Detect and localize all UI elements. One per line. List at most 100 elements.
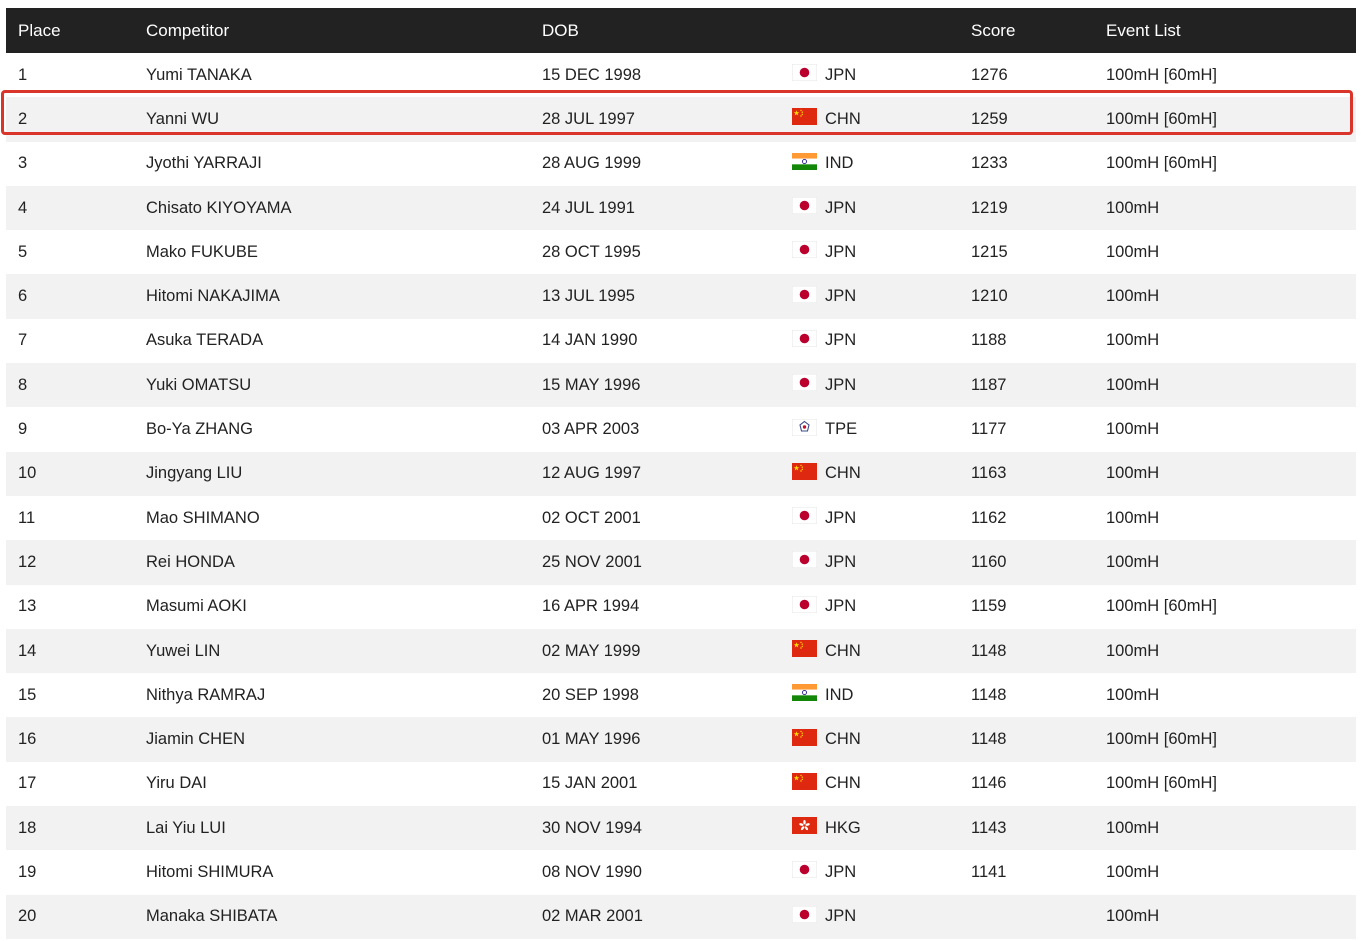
table-row[interactable]: 17 Yiru DAI 15 JAN 2001 CHN 1146 100mH [60mH] [6, 762, 1356, 806]
country-code: CHN [825, 464, 861, 483]
table-row[interactable]: 13 Masumi AOKI 16 APR 1994 JPN 1159 100mH [60… [6, 585, 1356, 629]
competitor-name-link[interactable]: Mao SHIMANO [146, 509, 260, 528]
competitor-name-link[interactable]: Masumi AOKI [146, 597, 247, 616]
competitor-name-link[interactable]: Hitomi NAKAJIMA [146, 287, 280, 306]
india-flag-icon [792, 152, 817, 170]
competitor-name-link[interactable]: Yuki OMATSU [146, 376, 251, 395]
chinese-taipei-flag-icon [792, 418, 817, 436]
table-row[interactable]: 1 Yumi TANAKA 15 DEC 1998 JPN 1276 100mH [60m… [6, 53, 1356, 97]
india-flag-icon [792, 684, 817, 702]
table-row[interactable]: 14 Yuwei LIN 02 MAY 1999 CHN 1148 100mH [6, 628, 1356, 674]
score-cell: 1163 [971, 464, 1007, 483]
table-row[interactable]: 12 Rei HONDA 25 NOV 2001 JPN 1160 100mH [6, 540, 1356, 585]
table-row[interactable]: 18 Lai Yiu LUI 30 NOV 1994 HKG 1143 100mH [6, 806, 1356, 851]
dob-cell: 01 MAY 1996 [542, 730, 641, 749]
country-code: CHN [825, 641, 861, 660]
competitor-name-link[interactable]: Asuka TERADA [146, 331, 263, 350]
table-body: 1 Yumi TANAKA 15 DEC 1998 JPN 1276 100mH [60m… [6, 53, 1356, 939]
dob-cell: 15 JAN 2001 [542, 774, 638, 793]
table-row[interactable]: 4 Chisato KIYOYAMA 24 JUL 1991 JPN 1219 100mH [6, 185, 1356, 231]
place-cell: 16 [18, 730, 37, 749]
competitor-name-link[interactable]: Hitomi SHIMURA [146, 863, 273, 882]
competitor-name-link[interactable]: Lai Yiu LUI [146, 819, 226, 838]
score-cell: 1143 [971, 818, 1007, 837]
country-code: JPN [825, 198, 857, 217]
header-place[interactable]: Place [18, 21, 61, 41]
place-cell: 11 [18, 508, 36, 527]
event-list-cell: 100mH [1106, 818, 1160, 837]
competitor-name-link[interactable]: Yiru DAI [146, 774, 207, 793]
competitor-name-link[interactable]: Yanni WU [146, 110, 219, 129]
competitor-name-link[interactable]: Rei HONDA [146, 553, 235, 572]
table-row[interactable]: 5 Mako FUKUBE 28 OCT 1995 JPN 1215 100mH [6, 230, 1356, 274]
place-cell: 3 [18, 154, 28, 173]
place-cell: 5 [18, 242, 28, 261]
china-flag-icon [792, 640, 817, 657]
country-code: JPN [825, 508, 857, 527]
competitor-name-link[interactable]: Mako FUKUBE [146, 243, 258, 262]
place-cell: 18 [18, 818, 37, 837]
competitor-name-link[interactable]: Nithya RAMRAJ [146, 686, 265, 705]
competitor-name-link[interactable]: Yumi TANAKA [146, 66, 252, 85]
table-row[interactable]: 3 Jyothi YARRAJI 28 AUG 1999 IND 1233 100mH [… [6, 142, 1356, 186]
dob-cell: 08 NOV 1990 [542, 862, 642, 881]
place-cell: 9 [18, 420, 28, 439]
place-cell: 12 [18, 552, 37, 571]
event-list-cell: 100mH [1106, 862, 1160, 881]
header-dob[interactable]: DOB [542, 21, 579, 41]
table-row[interactable]: 20 Manaka SHIBATA 02 MAR 2001 JPN 100mH [6, 894, 1356, 939]
country-code: IND [825, 685, 854, 704]
japan-flag-icon [792, 197, 817, 215]
country-code: CHN [825, 774, 861, 793]
table-row[interactable]: 11 Mao SHIMANO 02 OCT 2001 JPN 1162 100mH [6, 496, 1356, 540]
score-cell: 1233 [971, 154, 1008, 173]
table-row[interactable]: 7 Asuka TERADA 14 JAN 1990 JPN 1188 100mH [6, 319, 1356, 363]
competitor-name-link[interactable]: Manaka SHIBATA [146, 907, 277, 926]
score-cell: 1219 [971, 198, 1008, 217]
place-cell: 8 [18, 375, 28, 394]
dob-cell: 28 OCT 1995 [542, 242, 641, 261]
competitor-name-link[interactable]: Jiamin CHEN [146, 730, 245, 749]
event-list-cell: 100mH [1106, 375, 1160, 394]
header-score[interactable]: Score [971, 21, 1015, 41]
event-list-cell: 100mH [1106, 287, 1160, 306]
japan-flag-icon [792, 241, 817, 259]
event-list-cell: 100mH [60mH] [1106, 65, 1217, 84]
score-cell: 1188 [971, 331, 1007, 350]
table-row[interactable]: 15 Nithya RAMRAJ 20 SEP 1998 IND 1148 100mH [6, 673, 1356, 717]
dob-cell: 02 OCT 2001 [542, 508, 641, 527]
dob-cell: 12 AUG 1997 [542, 464, 642, 483]
competitor-name-link[interactable]: Jyothi YARRAJI [146, 154, 262, 173]
country-code: JPN [825, 242, 857, 261]
event-list-cell: 100mH [60mH] [1106, 597, 1217, 616]
hong-kong-flag-icon [792, 817, 817, 835]
japan-flag-icon [792, 595, 817, 613]
table-row[interactable]: 19 Hitomi SHIMURA 08 NOV 1990 JPN 1141 100mH [6, 850, 1356, 894]
header-event-list[interactable]: Event List [1106, 21, 1181, 41]
score-cell: 1146 [971, 774, 1007, 793]
table-row[interactable]: 6 Hitomi NAKAJIMA 13 JUL 1995 JPN 1210 100mH [6, 274, 1356, 319]
competitor-name-link[interactable]: Yuwei LIN [146, 642, 220, 661]
table-row[interactable]: 9 Bo-Ya ZHANG 03 APR 2003 TPE 1177 100mH [6, 407, 1356, 451]
score-cell: 1187 [971, 375, 1007, 394]
competitor-name-link[interactable]: Jingyang LIU [146, 464, 242, 483]
place-cell: 4 [18, 198, 28, 217]
header-competitor[interactable]: Competitor [146, 21, 229, 41]
table-row[interactable]: 2 Yanni WU 28 JUL 1997 CHN 1259 100mH [60mH] [6, 97, 1356, 142]
dob-cell: 25 NOV 2001 [542, 552, 642, 571]
competitor-name-link[interactable]: Chisato KIYOYAMA [146, 199, 292, 218]
table-row[interactable]: 8 Yuki OMATSU 15 MAY 1996 JPN 1187 100mH [6, 363, 1356, 408]
japan-flag-icon [792, 905, 817, 923]
table-row[interactable]: 16 Jiamin CHEN 01 MAY 1996 CHN 1148 100mH [60… [6, 717, 1356, 762]
dob-cell: 16 APR 1994 [542, 597, 640, 616]
table-row[interactable]: 10 Jingyang LIU 12 AUG 1997 CHN 1163 100mH [6, 451, 1356, 496]
score-cell: 1148 [971, 730, 1007, 749]
event-list-cell: 100mH [1106, 641, 1160, 660]
rankings-table: Place Competitor DOB Score Event List 1 Y… [6, 8, 1356, 939]
competitor-name-link[interactable]: Bo-Ya ZHANG [146, 420, 253, 439]
japan-flag-icon [792, 551, 817, 569]
event-list-cell: 100mH [60mH] [1106, 774, 1217, 793]
china-flag-icon [792, 772, 817, 790]
china-flag-icon [792, 728, 817, 746]
place-cell: 17 [18, 774, 37, 793]
